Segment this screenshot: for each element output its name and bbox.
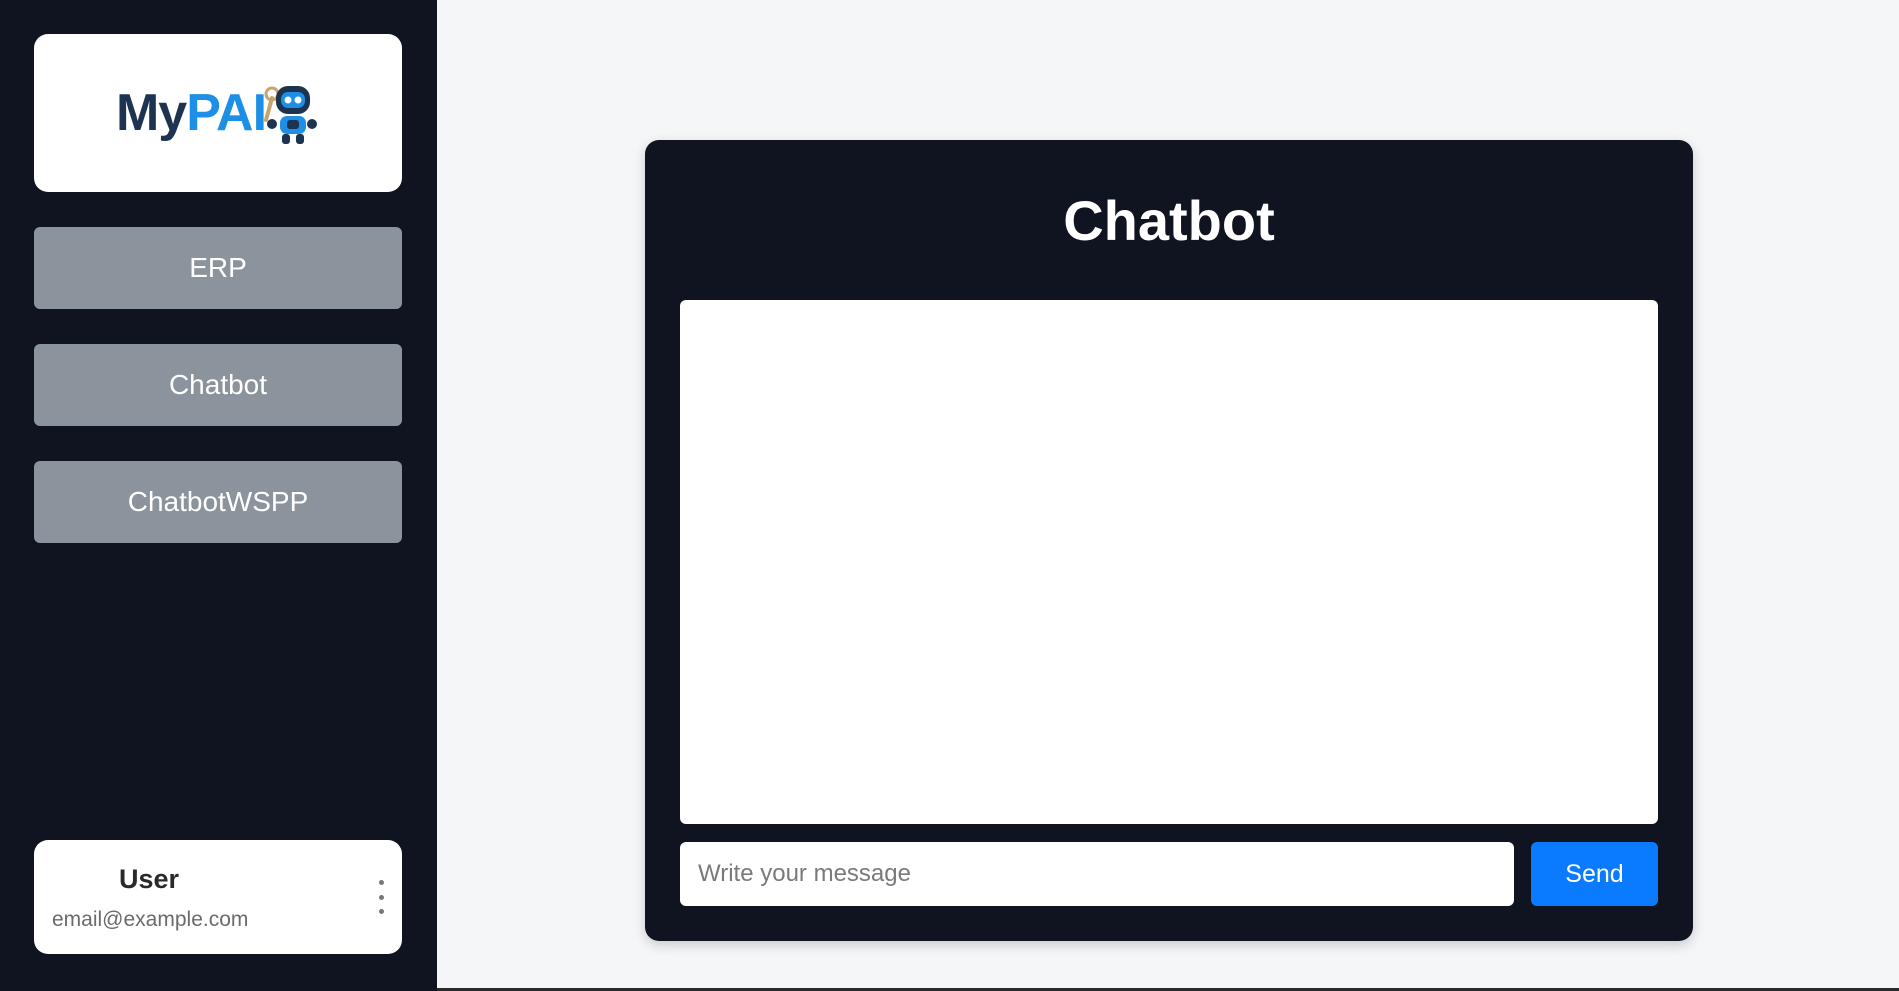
nav-button-erp[interactable]: ERP bbox=[34, 227, 402, 309]
nav-button-chatbot[interactable]: Chatbot bbox=[34, 344, 402, 426]
nav-button-chatbotwspp[interactable]: ChatbotWSPP bbox=[34, 461, 402, 543]
user-card: User email@example.com bbox=[34, 840, 402, 954]
nav-label-erp: ERP bbox=[189, 252, 247, 283]
nav-label-chatbotwspp: ChatbotWSPP bbox=[127, 486, 309, 517]
send-button[interactable]: Send bbox=[1531, 842, 1658, 906]
logo-text-my: My bbox=[115, 84, 187, 142]
message-input[interactable] bbox=[680, 842, 1514, 906]
logo-text-pai: PAI bbox=[186, 84, 267, 142]
kebab-dot bbox=[378, 894, 384, 900]
logo-card[interactable]: MyPAI bbox=[34, 34, 402, 192]
mypai-logo: MyPAI bbox=[116, 80, 320, 146]
logo-wordmark: MyPAI bbox=[115, 84, 267, 142]
user-email: email@example.com bbox=[52, 908, 249, 931]
chatbot-panel: Chatbot Send bbox=[645, 140, 1693, 941]
user-name: User bbox=[119, 864, 180, 894]
kebab-dot bbox=[378, 909, 384, 914]
chatbot-title: Chatbot bbox=[1063, 189, 1275, 252]
nav-label-chatbot: Chatbot bbox=[168, 369, 268, 400]
chat-messages-area[interactable] bbox=[680, 300, 1658, 824]
kebab-dot bbox=[378, 880, 384, 885]
kebab-vertical-icon[interactable] bbox=[374, 880, 388, 914]
sidebar: MyPAI ERP Chatbot ChatbotWSPP User email… bbox=[0, 0, 437, 991]
robot-mascot-icon bbox=[264, 86, 318, 144]
